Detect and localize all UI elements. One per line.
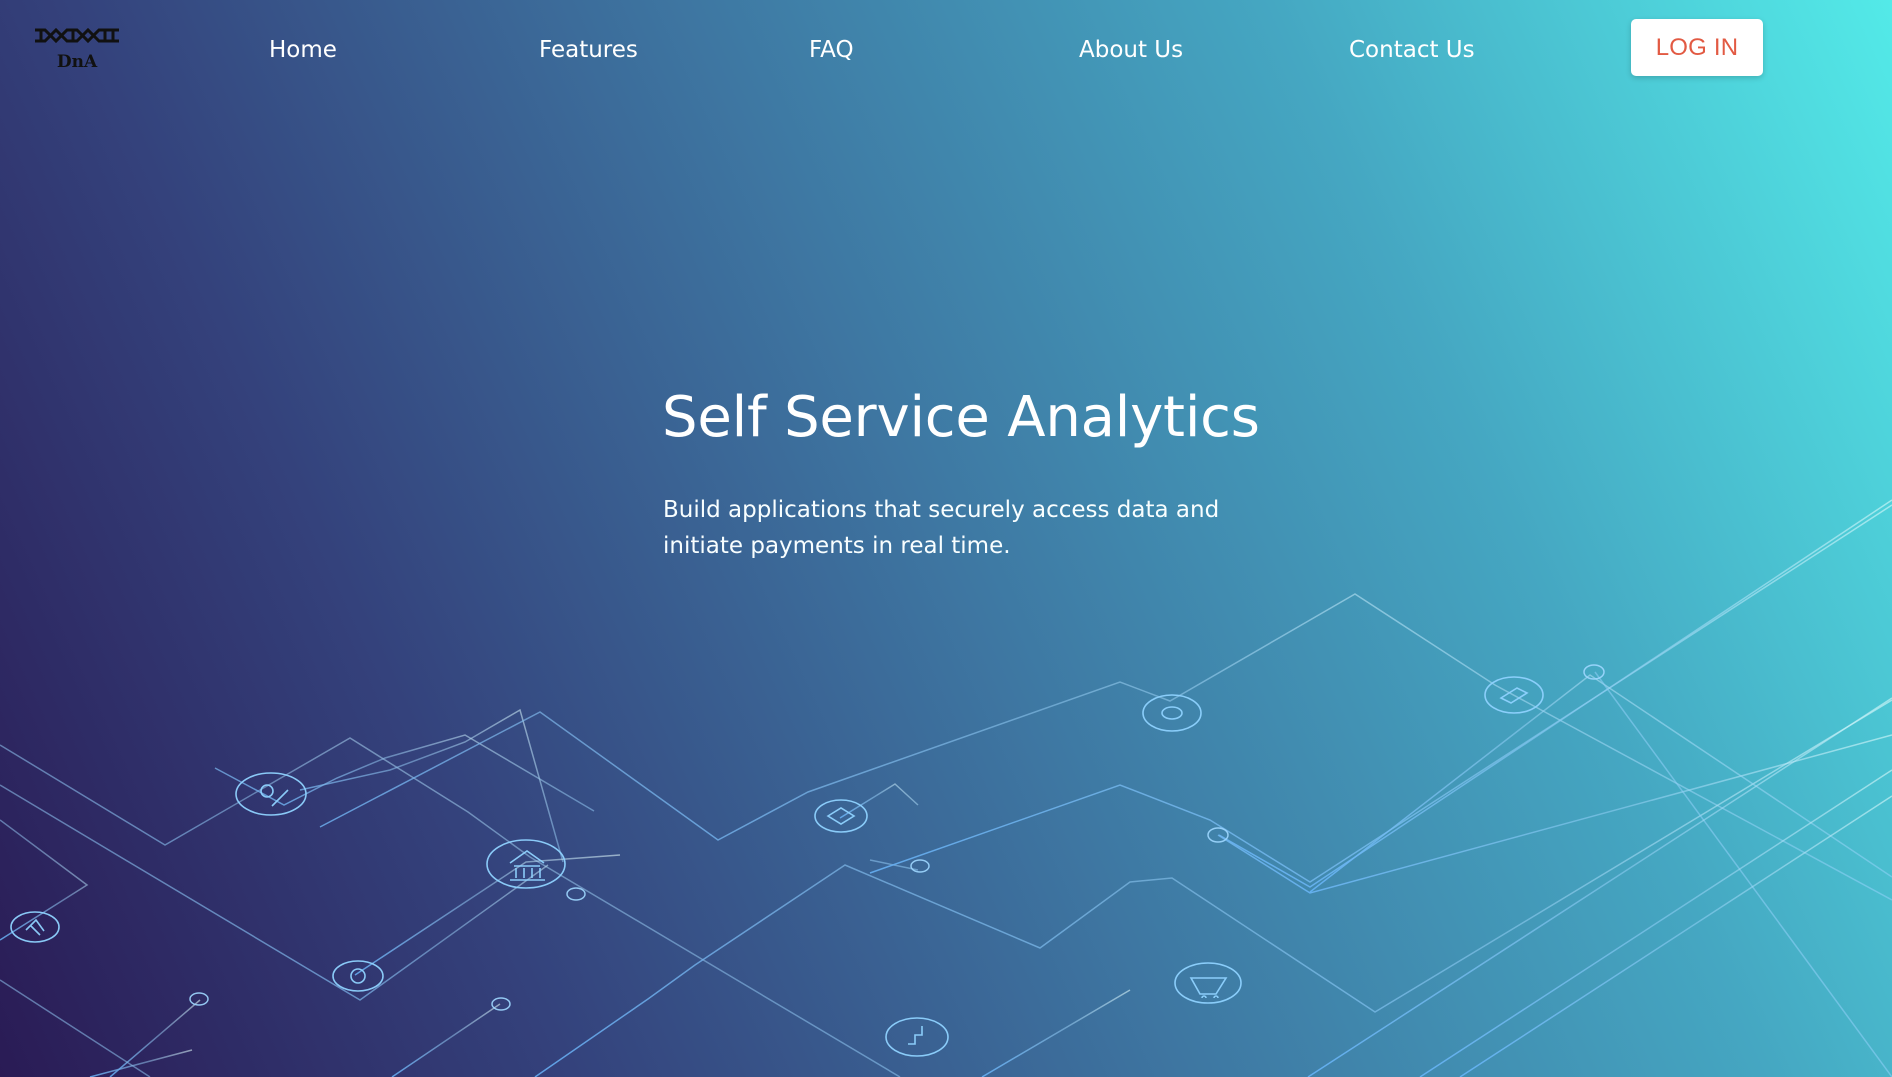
dna-logo-icon (35, 27, 119, 44)
nav-faq-link[interactable]: FAQ (809, 36, 854, 64)
nav-features-link[interactable]: Features (539, 36, 638, 64)
card-icon-glyph (1499, 687, 1529, 704)
hero-title: Self Service Analytics (662, 385, 1260, 450)
cart-icon-glyph (1189, 977, 1228, 999)
coin-icon (1142, 694, 1202, 732)
settings-icon-glyph (350, 968, 366, 984)
bank-icon-glyph (509, 850, 545, 881)
user-icon-glyph (260, 784, 289, 807)
hero-subtitle: Build applications that securely access … (663, 497, 1220, 559)
coin-icon-glyph (1161, 706, 1183, 720)
document-icon-glyph (826, 807, 856, 825)
nav-about-link[interactable]: About Us (1079, 36, 1183, 64)
settings-icon (332, 960, 384, 992)
bank-icon (486, 839, 566, 889)
user-icon (235, 772, 307, 816)
logo-text: DnA (56, 52, 98, 72)
brand-logo[interactable]: DnA (33, 24, 121, 74)
document-icon (814, 799, 868, 833)
nav-contact-link[interactable]: Contact Us (1349, 36, 1475, 64)
nav-home-link[interactable]: Home (269, 36, 337, 64)
cart-icon (1174, 962, 1242, 1004)
card-icon (1484, 676, 1544, 714)
service-icon (10, 911, 60, 943)
chart-icon-glyph (908, 1026, 923, 1045)
chart-icon (885, 1017, 949, 1057)
service-icon-glyph (25, 918, 45, 936)
login-button[interactable]: LOG IN (1631, 19, 1763, 76)
